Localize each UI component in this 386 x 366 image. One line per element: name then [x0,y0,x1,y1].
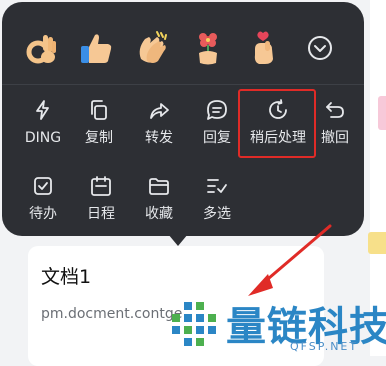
watermark-logo-icon [172,302,216,346]
watermark-domain: QFSP.NET [290,340,359,353]
